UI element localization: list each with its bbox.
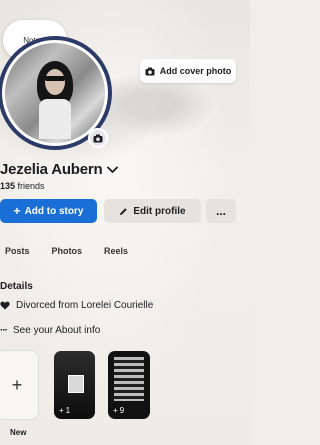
highlight-album[interactable]: + 1	[54, 351, 95, 419]
new-highlight-button[interactable]: +	[0, 351, 38, 419]
camera-icon	[145, 67, 155, 75]
add-cover-photo-button[interactable]: Add cover photo	[140, 59, 236, 83]
plus-icon: +	[11, 374, 23, 395]
plus-icon: +	[59, 406, 64, 415]
friends-number: 135	[0, 181, 16, 191]
album-count: + 9	[113, 406, 124, 415]
edit-profile-button[interactable]: Edit profile	[104, 199, 201, 223]
avatar-camera-button[interactable]	[88, 128, 108, 148]
edit-profile-label: Edit profile	[133, 205, 186, 217]
add-to-story-button[interactable]: + Add to story	[0, 199, 97, 223]
profile-name-row[interactable]: Jezelia Aubern	[0, 161, 118, 178]
ellipsis-icon: ···	[0, 325, 8, 336]
profile-tabs: Posts Photos Reels	[0, 246, 150, 256]
about-info-row[interactable]: ··· See your About info	[0, 325, 100, 336]
details-heading: Details	[0, 281, 33, 292]
album-count: + 1	[59, 406, 70, 415]
friends-count[interactable]: 135 friends	[0, 181, 45, 191]
pencil-icon	[120, 207, 128, 215]
tab-reels[interactable]: Reels	[104, 246, 128, 256]
plus-icon: +	[113, 406, 118, 415]
profile-name: Jezelia Aubern	[0, 161, 103, 178]
about-info-link: See your About info	[13, 325, 101, 336]
more-options-button[interactable]: ...	[206, 199, 236, 223]
plus-icon: +	[13, 204, 21, 218]
highlight-album[interactable]: + 9	[108, 351, 150, 419]
album-thumbnail	[114, 357, 144, 401]
tab-photos[interactable]: Photos	[52, 246, 83, 256]
tab-posts[interactable]: Posts	[5, 246, 30, 256]
heart-icon	[0, 301, 10, 310]
relationship-text: Divorced from Lorelei Courielle	[16, 300, 154, 311]
relationship-row[interactable]: Divorced from Lorelei Courielle	[0, 300, 153, 311]
album-count-value: 1	[65, 406, 71, 415]
album-count-value: 9	[119, 406, 125, 415]
chevron-down-icon[interactable]	[106, 166, 118, 174]
camera-icon	[93, 134, 103, 142]
new-highlight-label: New	[10, 428, 27, 437]
add-to-story-label: Add to story	[24, 205, 84, 217]
more-icon: ...	[215, 204, 226, 218]
profile-actions: + Add to story Edit profile ...	[0, 199, 250, 223]
add-cover-photo-label: Add cover photo	[159, 66, 232, 76]
friends-label: friends	[17, 181, 45, 191]
album-thumbnail	[68, 375, 84, 393]
